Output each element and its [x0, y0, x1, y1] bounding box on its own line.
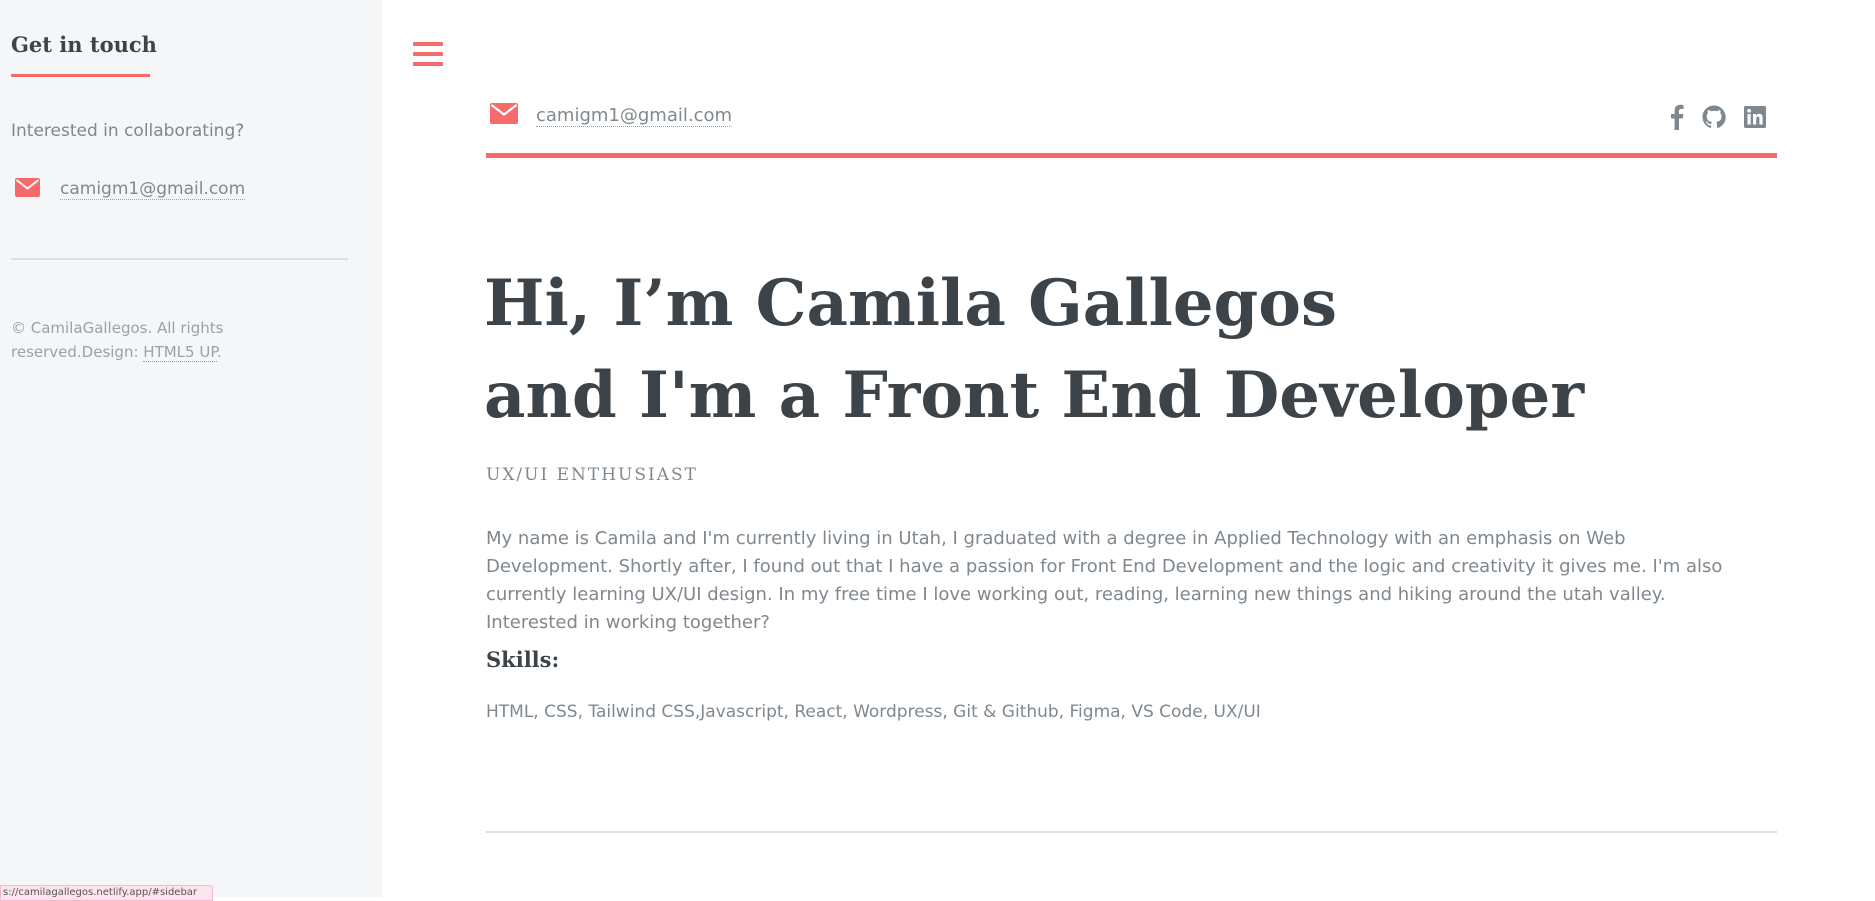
sidebar-email-row: camigm1@gmail.com — [15, 178, 246, 201]
envelope-icon — [490, 103, 518, 128]
skills-list: HTML, CSS, Tailwind CSS,Javascript, Reac… — [486, 702, 1261, 722]
copyright-end: . — [217, 343, 222, 361]
sidebar-heading: Get in touch — [11, 32, 157, 57]
menu-line — [413, 52, 443, 56]
hero-title: Hi, I’m Camila Gallegos and I'm a Front … — [484, 258, 1584, 442]
menu-line — [413, 42, 443, 46]
header-email-link[interactable]: camigm1@gmail.com — [536, 105, 733, 127]
envelope-icon — [15, 178, 40, 201]
linkedin-icon[interactable] — [1744, 106, 1766, 132]
skills-heading: Skills: — [486, 647, 560, 672]
sidebar: Get in touch Interested in collaborating… — [0, 0, 382, 901]
html5up-link[interactable]: HTML5 UP — [143, 343, 218, 362]
header-email-row: camigm1@gmail.com — [490, 103, 733, 128]
menu-line — [413, 62, 443, 66]
github-icon[interactable] — [1702, 105, 1726, 133]
hero-subtitle: UX/UI Enthusiast — [486, 465, 699, 485]
sidebar-divider — [11, 258, 348, 260]
facebook-icon[interactable] — [1670, 104, 1684, 134]
hero-title-line2: and I'm a Front End Developer — [484, 358, 1585, 433]
status-bar-url: s://camilagallegos.netlify.app/#sidebar — [0, 885, 213, 901]
hamburger-menu-icon[interactable] — [413, 42, 445, 68]
hero-title-line1: Hi, I’m Camila Gallegos — [484, 266, 1337, 341]
social-links — [1670, 104, 1766, 134]
sidebar-heading-underline — [11, 74, 150, 77]
sidebar-intro: Interested in collaborating? — [11, 121, 245, 141]
main-divider — [486, 831, 1777, 833]
sidebar-email-link[interactable]: camigm1@gmail.com — [60, 179, 246, 200]
bio-paragraph: My name is Camila and I'm currently livi… — [486, 528, 1723, 633]
sidebar-copyright: © CamilaGallegos. All rights reserved.De… — [11, 316, 341, 364]
header-accent-bar — [486, 153, 1777, 158]
